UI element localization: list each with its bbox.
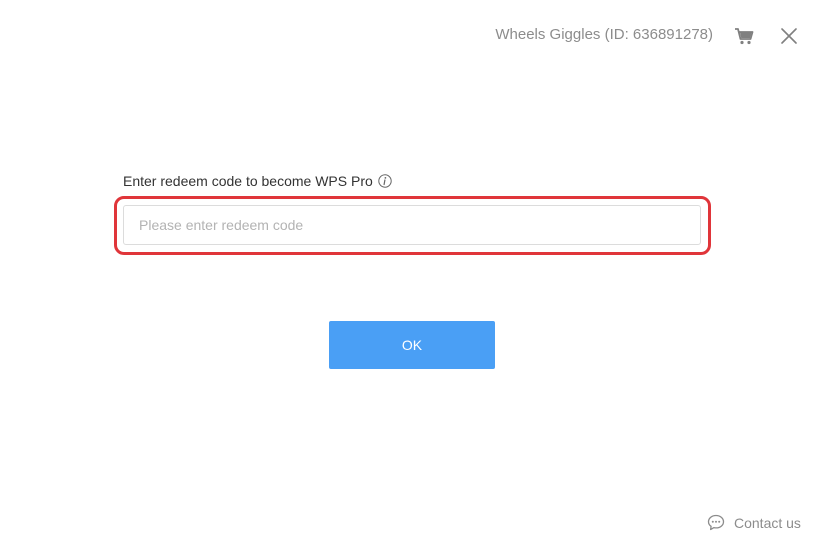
close-button[interactable] [778,25,800,47]
close-icon [781,28,797,44]
ok-button[interactable]: OK [329,321,495,369]
contact-us-link[interactable]: Contact us [707,514,801,531]
chat-bubble-icon [707,514,725,531]
redeem-dialog: Wheels Giggles (ID: 636891278) Enter red… [0,0,826,556]
redeem-code-input[interactable] [123,205,701,245]
info-icon[interactable] [378,174,392,188]
cart-button[interactable] [733,25,755,47]
redeem-prompt-text: Enter redeem code to become WPS Pro [123,173,373,189]
contact-us-label: Contact us [734,514,801,531]
user-account-label: Wheels Giggles (ID: 636891278) [495,26,713,43]
cart-icon [735,28,754,45]
redeem-prompt: Enter redeem code to become WPS Pro [123,173,392,189]
